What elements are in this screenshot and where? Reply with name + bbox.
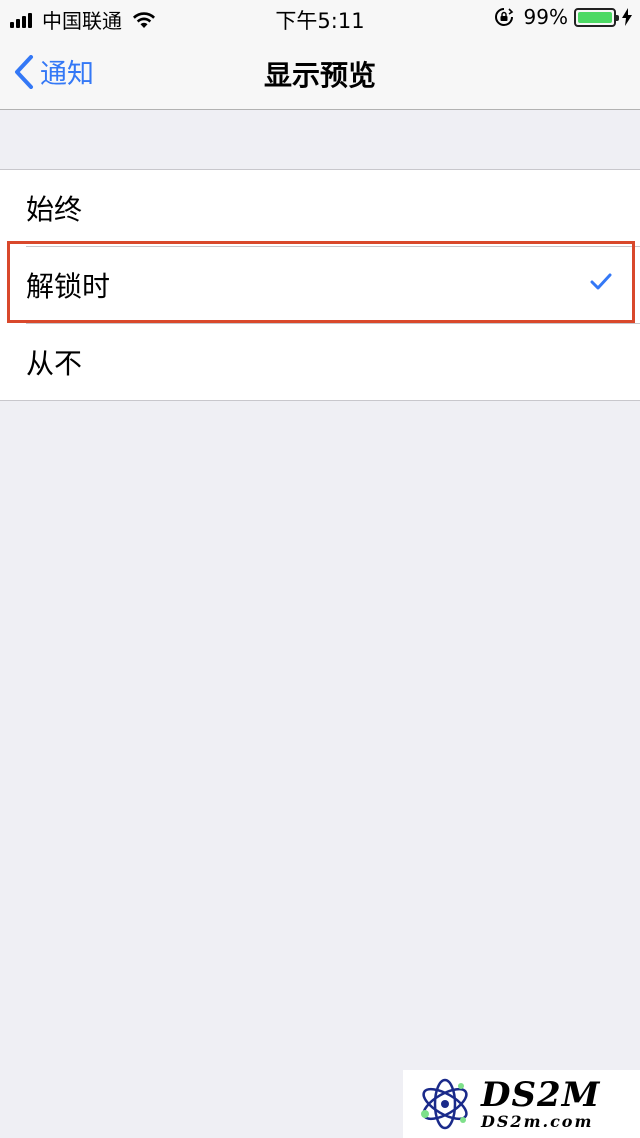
charging-bolt-icon	[622, 8, 632, 26]
checkmark-icon	[590, 273, 612, 290]
option-label: 始终	[26, 193, 83, 226]
status-right: 99%	[494, 5, 632, 29]
atom-logo-icon	[421, 1078, 468, 1130]
preview-options-list: 始终 解锁时 从不	[0, 169, 640, 401]
option-label: 从不	[26, 347, 83, 380]
option-always[interactable]: 始终	[0, 170, 640, 246]
watermark-brand: DS2M	[481, 1075, 601, 1115]
rotation-lock-icon	[494, 8, 513, 26]
watermark-text: DS2M DS2m.com	[481, 1077, 600, 1131]
battery-percentage: 99%	[523, 5, 568, 29]
watermark-site: DS2m.com	[481, 1112, 594, 1131]
battery-fill	[578, 11, 612, 23]
navigation-bar: 通知 显示预览	[0, 36, 640, 110]
status-bar: 中国联通 下午5:11 99%	[0, 0, 640, 36]
watermark: DS2M DS2m.com	[403, 1070, 640, 1138]
option-label: 解锁时	[26, 270, 111, 303]
option-when-unlocked[interactable]: 解锁时	[0, 247, 640, 323]
battery-icon	[574, 7, 619, 27]
option-never[interactable]: 从不	[0, 324, 640, 400]
page-title: 显示预览	[263, 59, 376, 92]
